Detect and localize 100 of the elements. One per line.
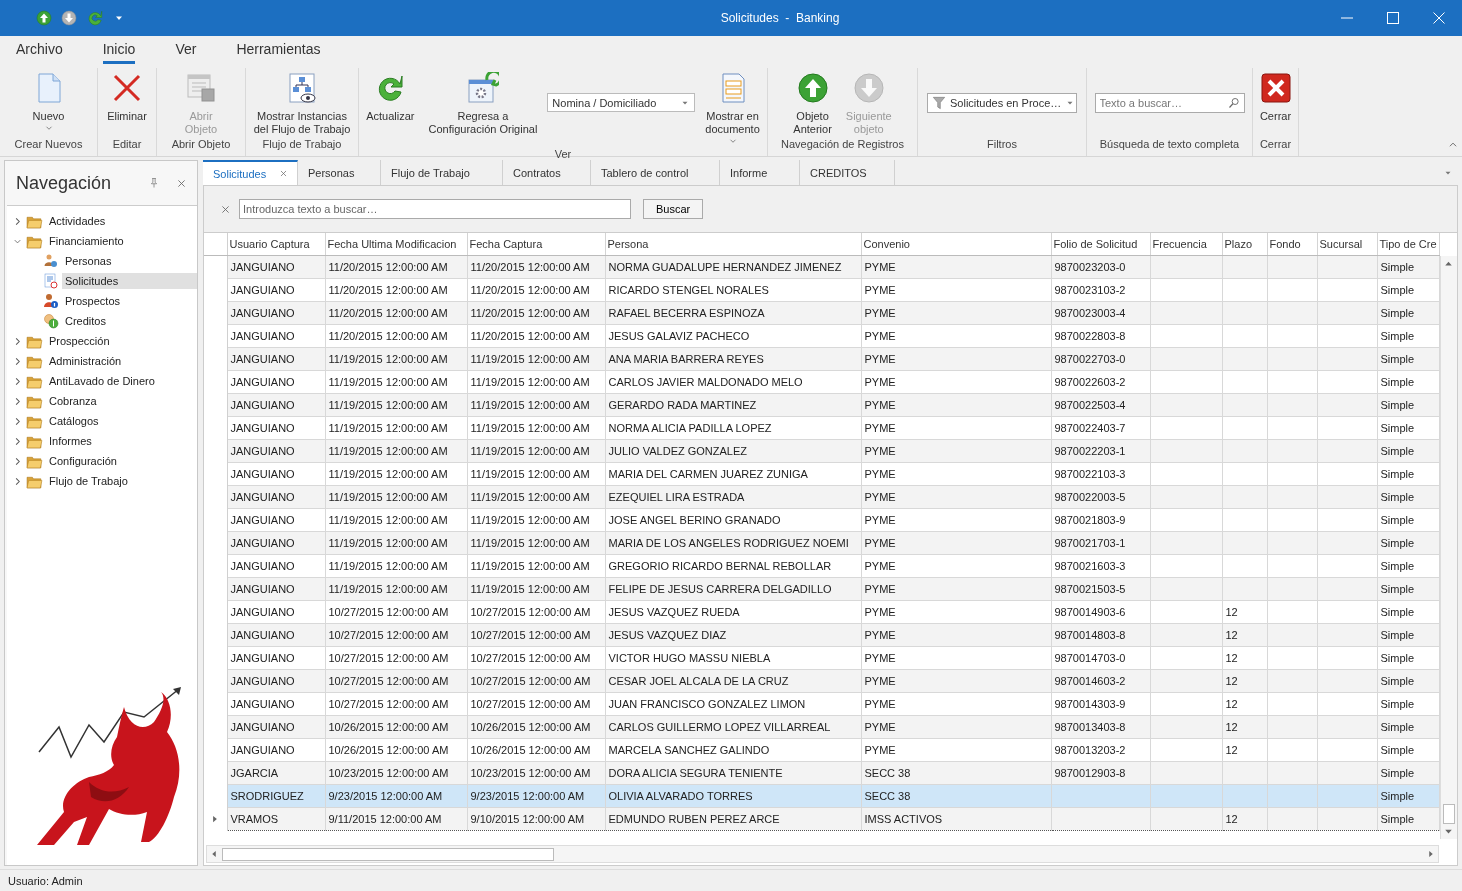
table-row[interactable]: JANGUIANO 11/19/2015 12:00:00 AM 11/19/2015 12:00:00 AM JOSE ANGEL BERINO GRANADO PYME 9870021803-9 Simple: [204, 508, 1439, 532]
table-row[interactable]: JANGUIANO 11/19/2015 12:00:00 AM 11/19/2015 12:00:00 AM NORMA ALICIA PADILLA LOPEZ PYME 9870022403-7 Simple: [204, 416, 1439, 440]
tree-item[interactable]: Configuración: [46, 453, 120, 469]
tree-item[interactable]: Solicitudes: [62, 273, 197, 289]
ribbon-button[interactable]: Mostrar en documento: [701, 70, 764, 148]
tree-item[interactable]: Flujo de Trabajo: [46, 473, 131, 489]
ribbon-button[interactable]: Regresa a Configuración Original: [424, 70, 542, 138]
tree-item[interactable]: Creditos: [62, 313, 197, 329]
column-header[interactable]: Fondo: [1267, 233, 1317, 256]
tree-item[interactable]: AntiLavado de Dinero: [46, 373, 158, 389]
ribbon-button[interactable]: Actualizar: [362, 70, 419, 125]
table-row[interactable]: JANGUIANO 11/19/2015 12:00:00 AM 11/19/2015 12:00:00 AM CARLOS JAVIER MALDONADO MELO PYME 9870022603-2 Simple: [204, 370, 1439, 394]
tree-item[interactable]: Cobranza: [46, 393, 100, 409]
column-header[interactable]: Fecha Captura: [467, 233, 605, 256]
dropdown-field[interactable]: Nomina / Domiciliado: [547, 93, 696, 112]
document-tab[interactable]: Contratos: [503, 160, 591, 185]
collapse-ribbon-icon[interactable]: [1448, 140, 1458, 150]
column-header[interactable]: Plazo: [1222, 233, 1267, 256]
ribbon-button[interactable]: Mostrar Instancias del Flujo de Trabajo: [249, 70, 355, 138]
table-cell: 12: [1222, 692, 1267, 716]
document-tab[interactable]: Personas: [298, 160, 381, 185]
filter-dropdown[interactable]: Solicitudes en Proce…: [927, 93, 1077, 113]
ribbon-button[interactable]: Eliminar: [103, 70, 151, 125]
table-row[interactable]: JANGUIANO 10/27/2015 12:00:00 AM 10/27/2015 12:00:00 AM JUAN FRANCISCO GONZALEZ LIMON PYME 9870014303-9 12 Simple: [204, 692, 1439, 716]
document-tab[interactable]: Flujo de Trabajo: [381, 160, 503, 185]
search-icon: [1227, 97, 1240, 109]
document-tab[interactable]: Solicitudes: [203, 160, 298, 185]
table-row[interactable]: JANGUIANO 10/27/2015 12:00:00 AM 10/27/2015 12:00:00 AM JESUS VAZQUEZ DIAZ PYME 9870014803-8 12 Simple: [204, 623, 1439, 647]
table-row[interactable]: JANGUIANO 11/19/2015 12:00:00 AM 11/19/2015 12:00:00 AM FELIPE DE JESUS CARRERA DELGADILLO PYME 9870021503-5 Simple: [204, 577, 1439, 601]
table-row[interactable]: JANGUIANO 11/20/2015 12:00:00 AM 11/20/2015 12:00:00 AM JESUS GALAVIZ PACHECO PYME 9870022803-8 Simple: [204, 324, 1439, 348]
table-row[interactable]: JANGUIANO 10/26/2015 12:00:00 AM 10/26/2015 12:00:00 AM CARLOS GUILLERMO LOPEZ VILLARREAL PYME 9870013403-8 12 Simple: [204, 715, 1439, 739]
column-header[interactable]: Persona: [605, 233, 861, 256]
table-row[interactable]: VRAMOS 9/11/2015 12:00:00 AM 9/10/2015 12:00:00 AM EDMUNDO RUBEN PEREZ ARCE IMSS ACTIVOS 12 Simple: [204, 807, 1439, 831]
table-cell: OLIVIA ALVARADO TORRES: [605, 784, 861, 808]
search-field[interactable]: Texto a buscar…: [1094, 93, 1245, 113]
menu-tab[interactable]: Ver: [175, 41, 197, 64]
ribbon-button[interactable]: Nuevo: [28, 70, 69, 135]
document-tab[interactable]: CREDITOS: [800, 160, 895, 185]
table-cell: Simple: [1377, 600, 1439, 624]
table-cell: RAFAEL BECERRA ESPINOZA: [605, 301, 861, 325]
table-row[interactable]: JANGUIANO 11/19/2015 12:00:00 AM 11/19/2015 12:00:00 AM EZEQUIEL LIRA ESTRADA PYME 9870022003-5 Simple: [204, 485, 1439, 509]
table-cell: MARIA DE LOS ANGELES RODRIGUEZ NOEMI: [605, 531, 861, 555]
tree-item[interactable]: Actividades: [46, 213, 109, 229]
table-cell: JANGUIANO: [227, 462, 325, 486]
tree-item[interactable]: Personas: [62, 253, 197, 269]
document-tab[interactable]: Informe: [720, 160, 800, 185]
table-row[interactable]: JANGUIANO 11/19/2015 12:00:00 AM 11/19/2015 12:00:00 AM MARIA DE LOS ANGELES RODRIGUEZ NOEMI PYME 9870021703-1 Simple: [204, 531, 1439, 555]
table-cell: 10/27/2015 12:00:00 AM: [325, 646, 467, 670]
document-tab[interactable]: Tablero de control: [591, 160, 720, 185]
search-button[interactable]: Buscar: [643, 199, 704, 219]
table-cell: SECC 38: [861, 761, 1051, 785]
table-row[interactable]: JANGUIANO 11/19/2015 12:00:00 AM 11/19/2015 12:00:00 AM GERARDO RADA MARTINEZ PYME 9870022503-4 Simple: [204, 393, 1439, 417]
tree-item[interactable]: Catálogos: [46, 413, 102, 429]
table-cell: 11/19/2015 12:00:00 AM: [467, 393, 605, 417]
table-row[interactable]: JGARCIA 10/23/2015 12:00:00 AM 10/23/2015 12:00:00 AM DORA ALICIA SEGURA TENIENTE SECC 38 9870012903-8 Simple: [204, 761, 1439, 785]
maximize-icon[interactable]: [1385, 10, 1401, 26]
table-row[interactable]: JANGUIANO 11/19/2015 12:00:00 AM 11/19/2015 12:00:00 AM MARIA DEL CARMEN JUAREZ ZUNIGA PYME 9870022103-3 Simple: [204, 462, 1439, 486]
table-cell: 11/20/2015 12:00:00 AM: [325, 255, 467, 279]
table-row[interactable]: SRODRIGUEZ 9/23/2015 12:00:00 AM 9/23/2015 12:00:00 AM OLIVIA ALVARADO TORRES SECC 38 Simple: [204, 784, 1439, 808]
table-cell: 9870023103-2: [1051, 278, 1150, 302]
column-header[interactable]: Fecha Ultima Modificacion: [325, 233, 467, 256]
column-header[interactable]: Sucursal: [1317, 233, 1377, 256]
tree-item[interactable]: Administración: [46, 353, 125, 369]
ribbon-button[interactable]: Cerrar: [1255, 70, 1296, 125]
table-cell: CESAR JOEL ALCALA DE LA CRUZ: [605, 669, 861, 693]
close-icon[interactable]: [1431, 10, 1447, 26]
menu-tab[interactable]: Archivo: [16, 41, 63, 64]
menu-tab[interactable]: Inicio: [102, 41, 136, 64]
table-cell: 11/19/2015 12:00:00 AM: [467, 554, 605, 578]
clear-search-icon[interactable]: [220, 203, 231, 215]
column-header[interactable]: Tipo de Cre: [1377, 233, 1439, 256]
table-row[interactable]: JANGUIANO 11/20/2015 12:00:00 AM 11/20/2015 12:00:00 AM RICARDO STENGEL NORALES PYME 9870023103-2 Simple: [204, 278, 1439, 302]
tree-item[interactable]: Informes: [46, 433, 95, 449]
table-row[interactable]: JANGUIANO 10/27/2015 12:00:00 AM 10/27/2015 12:00:00 AM CESAR JOEL ALCALA DE LA CRUZ PYME 9870014603-2 12 Simple: [204, 669, 1439, 693]
table-row[interactable]: JANGUIANO 11/19/2015 12:00:00 AM 11/19/2015 12:00:00 AM GREGORIO RICARDO BERNAL REBOLLAR PYME 9870021603-3 Simple: [204, 554, 1439, 578]
close-icon[interactable]: [176, 177, 187, 189]
column-header[interactable]: Folio de Solicitud: [1051, 233, 1150, 256]
table-cell: JESUS VAZQUEZ RUEDA: [605, 600, 861, 624]
table-row[interactable]: JANGUIANO 10/27/2015 12:00:00 AM 10/27/2015 12:00:00 AM JESUS VAZQUEZ RUEDA PYME 9870014903-6 12 Simple: [204, 600, 1439, 624]
scrollbar-thumb[interactable]: [222, 847, 554, 861]
column-header[interactable]: Usuario Captura: [227, 233, 325, 256]
column-header[interactable]: Convenio: [861, 233, 1051, 256]
pin-icon[interactable]: [148, 177, 160, 189]
tree-item[interactable]: Prospección: [46, 333, 113, 349]
tree-item[interactable]: Financiamiento: [46, 233, 127, 249]
table-row[interactable]: JANGUIANO 10/26/2015 12:00:00 AM 10/26/2015 12:00:00 AM MARCELA SANCHEZ GALINDO PYME 9870013203-2 12 Simple: [204, 738, 1439, 762]
table-row[interactable]: JANGUIANO 11/19/2015 12:00:00 AM 11/19/2015 12:00:00 AM ANA MARIA BARRERA REYES PYME 9870022703-0 Simple: [204, 347, 1439, 371]
table-cell: PYME: [861, 646, 1051, 670]
menu-tab[interactable]: Herramientas: [236, 41, 321, 64]
close-icon[interactable]: [279, 169, 288, 178]
table-cell: IMSS ACTIVOS: [861, 807, 1051, 831]
table-row[interactable]: JANGUIANO 11/20/2015 12:00:00 AM 11/20/2015 12:00:00 AM NORMA GUADALUPE HERNANDEZ JIMENEZ PYME 9870023203-0 Simple: [204, 255, 1439, 279]
scrollbar-thumb[interactable]: [1443, 804, 1455, 824]
ribbon-button[interactable]: Objeto Anterior: [789, 70, 836, 138]
table-row[interactable]: JANGUIANO 11/20/2015 12:00:00 AM 11/20/2015 12:00:00 AM RAFAEL BECERRA ESPINOZA PYME 9870023003-4 Simple: [204, 301, 1439, 325]
search-field[interactable]: Introduzca texto a buscar…: [239, 199, 631, 219]
column-header[interactable]: Frecuencia: [1150, 233, 1222, 256]
table-row[interactable]: JANGUIANO 11/19/2015 12:00:00 AM 11/19/2015 12:00:00 AM JULIO VALDEZ GONZALEZ PYME 9870022203-1 Simple: [204, 439, 1439, 463]
tree-item[interactable]: Prospectos: [62, 293, 197, 309]
table-row[interactable]: JANGUIANO 10/27/2015 12:00:00 AM 10/27/2015 12:00:00 AM VICTOR HUGO MASSU NIEBLA PYME 9870014703-0 12 Simple: [204, 646, 1439, 670]
